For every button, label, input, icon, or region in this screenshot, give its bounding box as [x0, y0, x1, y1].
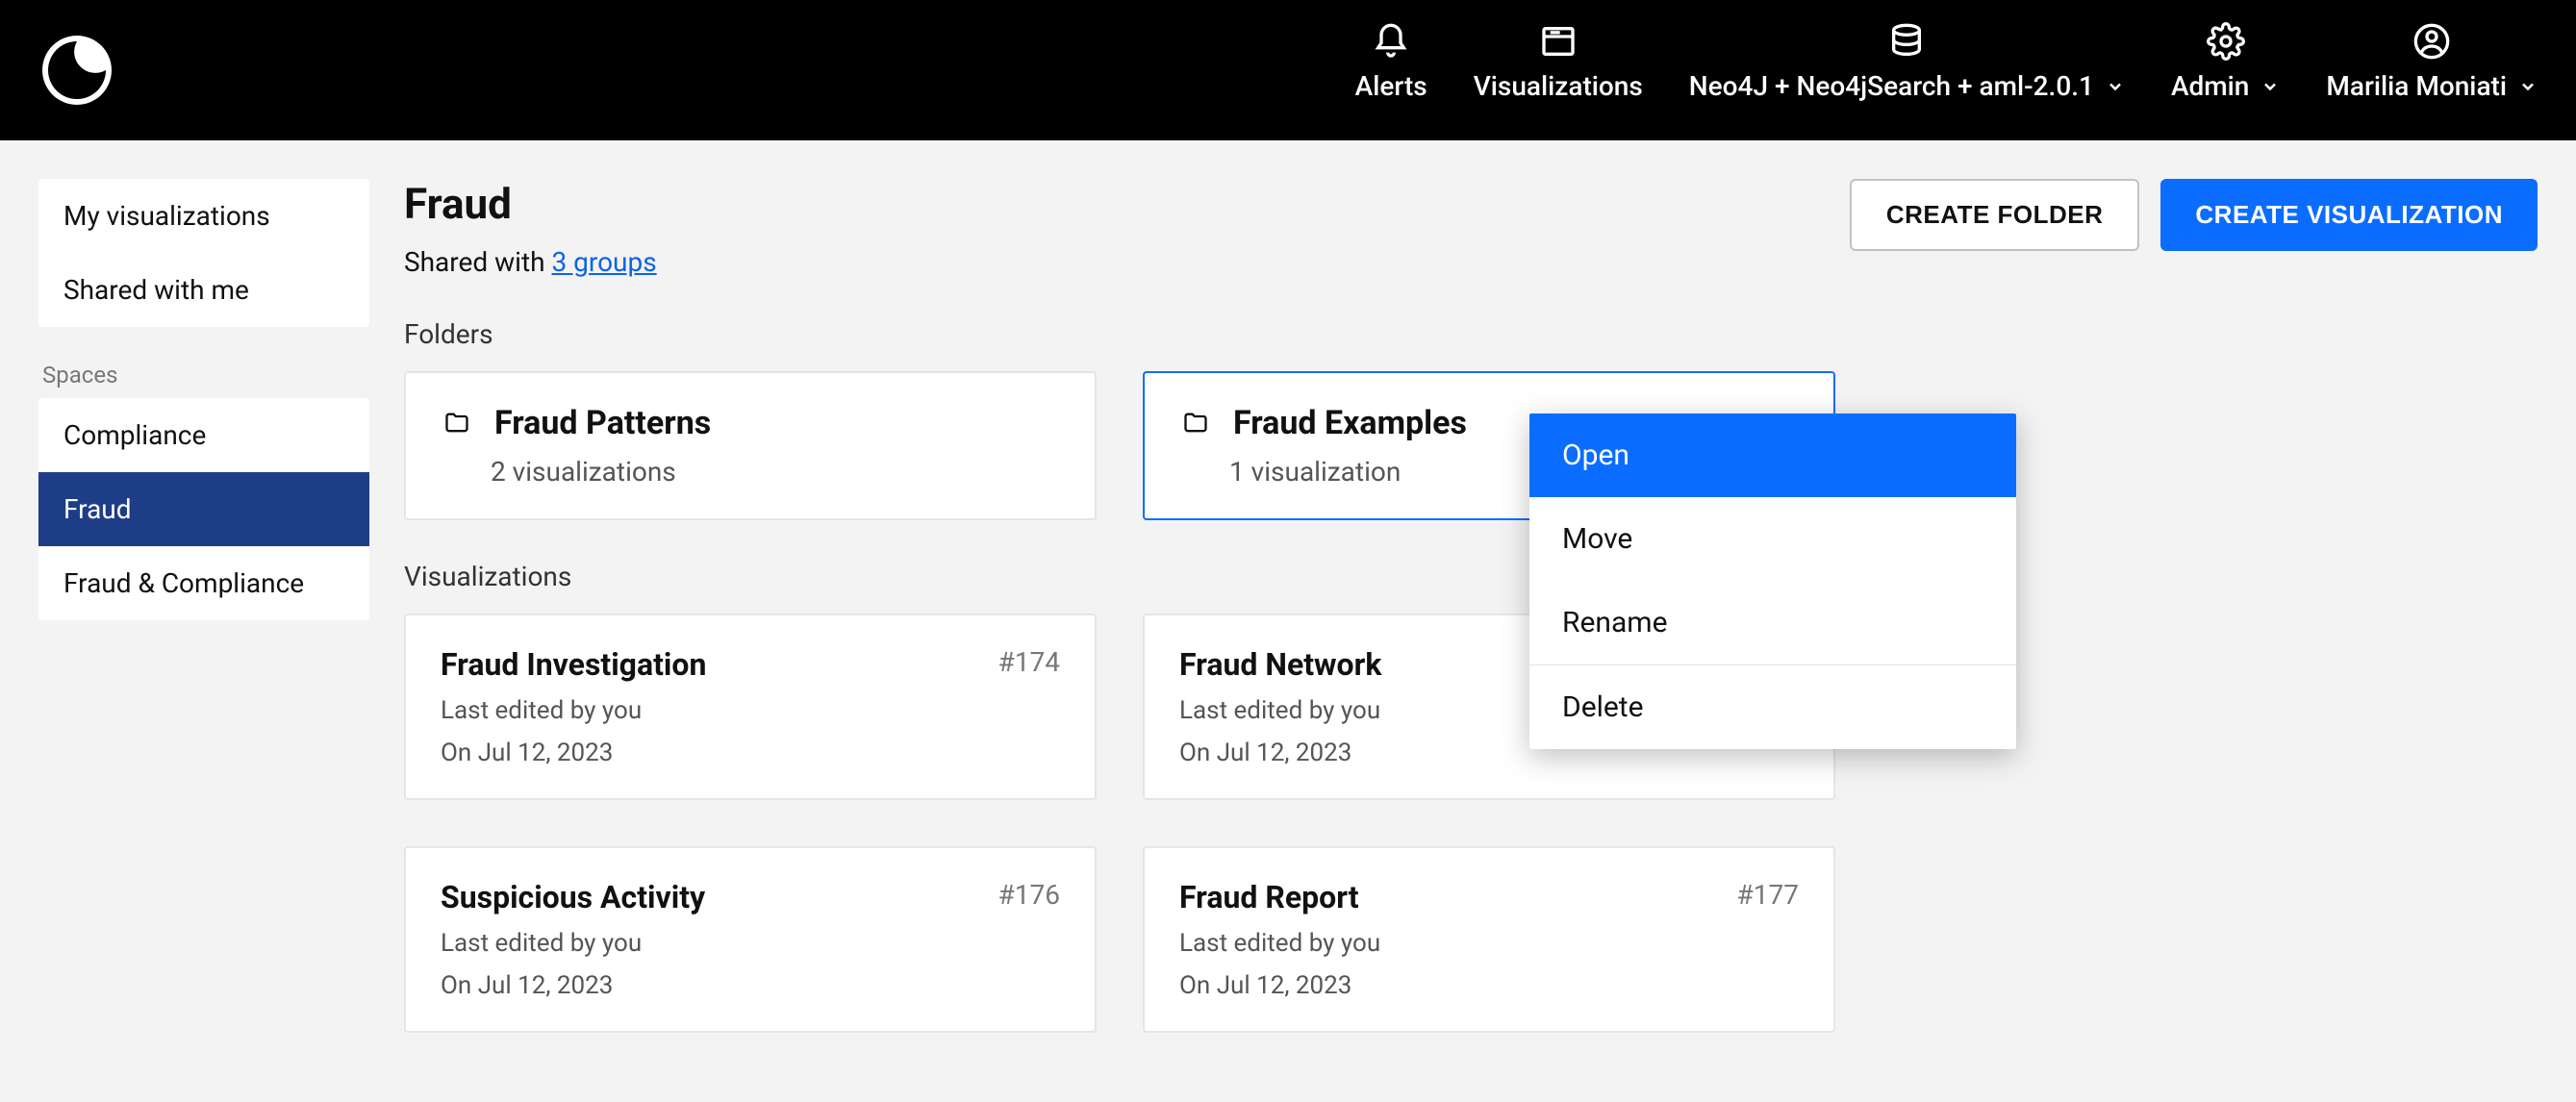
folder-title: Fraud Patterns	[494, 404, 711, 442]
visualization-id: #176	[998, 879, 1060, 911]
folder-title: Fraud Examples	[1233, 404, 1467, 442]
create-folder-button[interactable]: CREATE FOLDER	[1850, 179, 2140, 251]
visualizations-list: Fraud Investigation #174 Last edited by …	[404, 614, 2538, 1033]
sidebar-personal-group: My visualizations Shared with me	[38, 179, 369, 327]
menu-item-open[interactable]: Open	[1529, 413, 2016, 497]
visualization-title: Fraud Investigation	[441, 646, 706, 683]
folder-subtitle: 2 visualizations	[441, 456, 1060, 488]
visualization-title: Fraud Report	[1179, 879, 1359, 915]
app-logo	[38, 32, 115, 109]
nav-user-label: Marilia Moniati	[2326, 70, 2507, 102]
panel-icon	[1539, 22, 1578, 61]
nav-visualizations-label: Visualizations	[1474, 70, 1643, 102]
visualization-card[interactable]: Suspicious Activity #176 Last edited by …	[404, 846, 1097, 1033]
nav-items: Alerts Visualizations Neo4J + Neo4jSearc…	[1355, 22, 2538, 118]
folder-context-menu: Open Move Rename Delete	[1529, 413, 2016, 749]
visualization-edited-by: Last edited by you	[441, 696, 1060, 725]
sidebar-item-compliance[interactable]: Compliance	[38, 398, 369, 472]
visualization-edited-by: Last edited by you	[1179, 929, 1799, 958]
menu-item-delete[interactable]: Delete	[1529, 665, 2016, 749]
nav-datasource-label: Neo4J + Neo4jSearch + aml-2.0.1	[1689, 70, 2094, 102]
gear-icon	[2207, 22, 2245, 61]
nav-alerts[interactable]: Alerts	[1355, 22, 1427, 118]
main-content: Fraud Shared with 3 groups CREATE FOLDER…	[404, 179, 2538, 1033]
nav-visualizations[interactable]: Visualizations	[1474, 22, 1643, 118]
visualization-edited-on: On Jul 12, 2023	[441, 739, 1060, 767]
visualization-edited-on: On Jul 12, 2023	[441, 971, 1060, 1000]
chevron-down-icon	[2260, 77, 2280, 96]
database-icon	[1887, 22, 1926, 61]
visualization-edited-by: Last edited by you	[441, 929, 1060, 958]
logo-icon	[38, 32, 115, 109]
top-nav: Alerts Visualizations Neo4J + Neo4jSearc…	[0, 0, 2576, 140]
create-visualization-button[interactable]: CREATE VISUALIZATION	[2160, 179, 2538, 251]
sidebar-item-fraud[interactable]: Fraud	[38, 472, 369, 546]
user-icon	[2412, 22, 2451, 61]
shared-with-prefix: Shared with	[404, 246, 551, 278]
shared-with-link[interactable]: 3 groups	[551, 246, 656, 278]
nav-admin[interactable]: Admin	[2171, 22, 2280, 118]
menu-item-rename[interactable]: Rename	[1529, 581, 2016, 664]
visualizations-section-title: Visualizations	[404, 561, 2538, 592]
sidebar-item-my-visualizations[interactable]: My visualizations	[38, 179, 369, 253]
nav-admin-label: Admin	[2171, 70, 2249, 102]
sidebar-spaces-group: Compliance Fraud Fraud & Compliance	[38, 398, 369, 620]
nav-user[interactable]: Marilia Moniati	[2326, 22, 2538, 118]
folder-icon	[1179, 410, 1212, 437]
folder-card[interactable]: Fraud Patterns 2 visualizations	[404, 371, 1097, 520]
chevron-down-icon	[2106, 77, 2125, 96]
visualization-title: Suspicious Activity	[441, 879, 705, 915]
page-header: Fraud Shared with 3 groups CREATE FOLDER…	[404, 179, 2538, 278]
folders-list: Fraud Patterns 2 visualizations Fraud Ex…	[404, 371, 2538, 520]
sidebar: My visualizations Shared with me Spaces …	[38, 179, 369, 1033]
nav-alerts-label: Alerts	[1355, 70, 1427, 102]
visualization-id: #177	[1737, 879, 1799, 911]
folders-section-title: Folders	[404, 318, 2538, 350]
visualization-card[interactable]: Fraud Investigation #174 Last edited by …	[404, 614, 1097, 800]
shared-with-text: Shared with 3 groups	[404, 246, 657, 278]
sidebar-item-fraud-compliance[interactable]: Fraud & Compliance	[38, 546, 369, 620]
sidebar-item-shared-with-me[interactable]: Shared with me	[38, 253, 369, 327]
folder-icon	[441, 410, 473, 437]
visualization-edited-on: On Jul 12, 2023	[1179, 971, 1799, 1000]
sidebar-spaces-heading: Spaces	[38, 362, 369, 388]
visualization-card[interactable]: Fraud Report #177 Last edited by you On …	[1143, 846, 1835, 1033]
visualization-title: Fraud Network	[1179, 646, 1381, 683]
page-title: Fraud	[404, 179, 657, 229]
nav-datasource[interactable]: Neo4J + Neo4jSearch + aml-2.0.1	[1689, 22, 2125, 118]
visualization-id: #174	[998, 646, 1060, 678]
menu-item-move[interactable]: Move	[1529, 497, 2016, 581]
bell-icon	[1372, 22, 1410, 61]
chevron-down-icon	[2518, 77, 2538, 96]
